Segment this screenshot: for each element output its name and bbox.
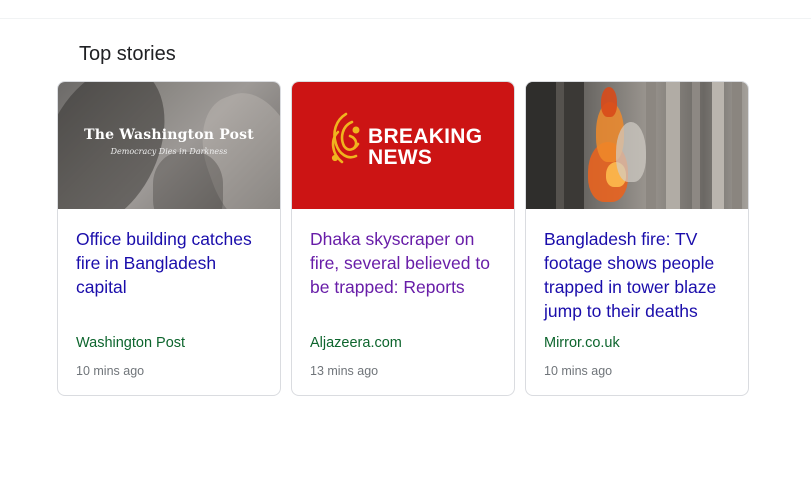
news-line: NEWS bbox=[368, 146, 433, 169]
story-headline[interactable]: Bangladesh fire: TV footage shows people… bbox=[544, 227, 734, 323]
story-card-washington-post[interactable]: The Washington Post Democracy Dies in Da… bbox=[57, 81, 281, 396]
top-divider bbox=[0, 18, 811, 19]
story-card-aljazeera[interactable]: BREAKING NEWS Dhaka skyscraper on fire, … bbox=[291, 81, 515, 396]
story-card-mirror[interactable]: Bangladesh fire: TV footage shows people… bbox=[525, 81, 749, 396]
washington-post-logo: The Washington Post bbox=[84, 127, 254, 143]
aljazeera-logo-icon bbox=[331, 112, 360, 164]
breaking-line: BREAKING bbox=[368, 125, 483, 148]
story-time: 10 mins ago bbox=[544, 364, 613, 378]
section-title: Top stories bbox=[79, 43, 176, 65]
breaking-news-text: BREAKING NEWS bbox=[368, 126, 482, 168]
story-time: 10 mins ago bbox=[76, 364, 145, 378]
story-thumbnail[interactable]: BREAKING NEWS bbox=[292, 82, 514, 209]
story-source: Mirror.co.uk bbox=[544, 335, 620, 351]
story-thumbnail[interactable]: The Washington Post Democracy Dies in Da… bbox=[58, 82, 280, 209]
story-time: 13 mins ago bbox=[310, 364, 379, 378]
story-headline[interactable]: Dhaka skyscraper on fire, several believ… bbox=[310, 227, 500, 299]
story-thumbnail[interactable] bbox=[526, 82, 748, 209]
story-source: Aljazeera.com bbox=[310, 335, 402, 351]
top-stories-carousel: The Washington Post Democracy Dies in Da… bbox=[57, 81, 749, 396]
story-headline[interactable]: Office building catches fire in Banglade… bbox=[76, 227, 266, 299]
story-source: Washington Post bbox=[76, 335, 186, 351]
washington-post-tagline: Democracy Dies in Darkness bbox=[110, 147, 228, 156]
